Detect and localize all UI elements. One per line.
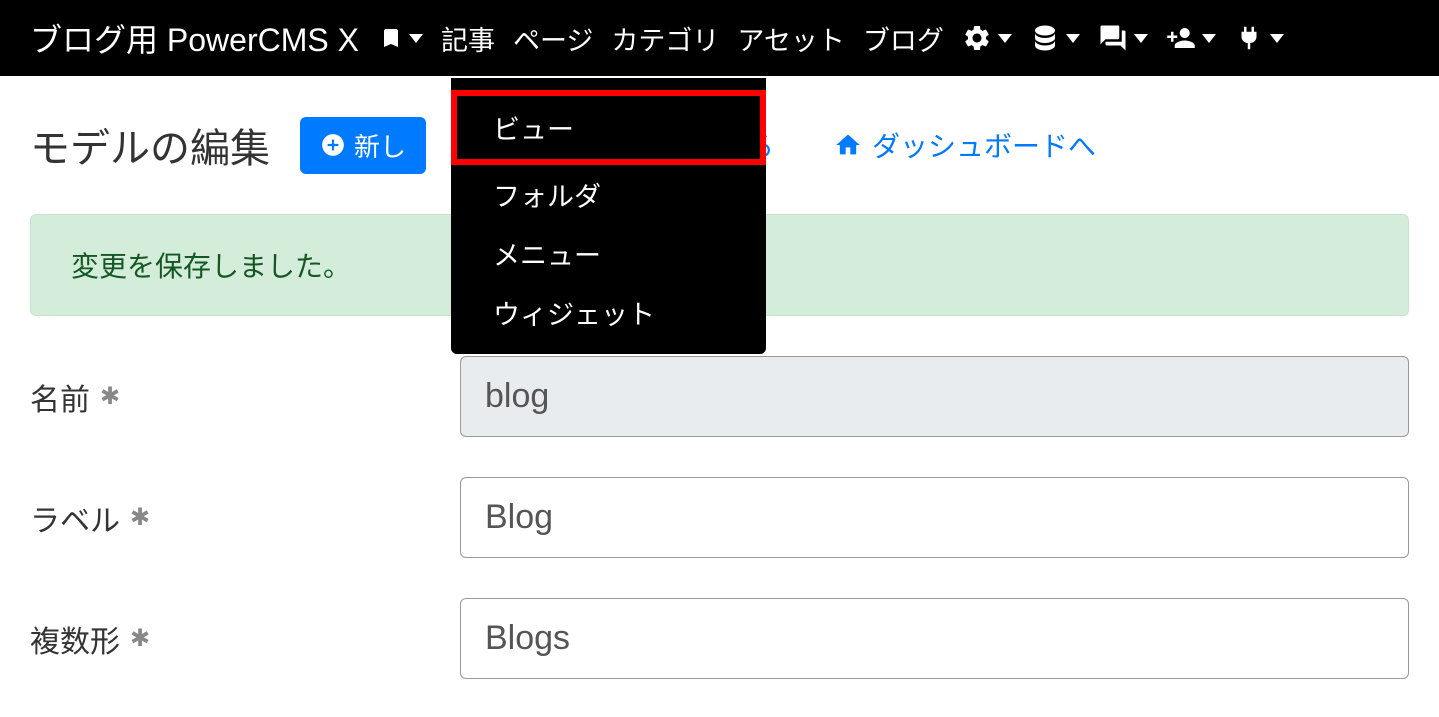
navbar-brand[interactable]: ブログ用 PowerCMS X	[30, 15, 359, 61]
nav-page[interactable]: ページ	[513, 19, 593, 58]
required-mark: ✱	[100, 382, 120, 411]
caret-down-icon	[409, 34, 423, 43]
nav-blog[interactable]: ブログ	[863, 19, 944, 58]
navbar: ブログ用 PowerCMS X 記事 ページ カテゴリ アセット ブログ	[0, 0, 1439, 76]
dropdown-menu: ビュー フォルダ メニュー ウィジェット	[451, 78, 766, 354]
caret-down-icon	[1202, 34, 1216, 43]
comments-icon	[1098, 23, 1128, 53]
plug-icon	[1234, 23, 1264, 53]
label-label: ラベル ✱	[30, 496, 460, 540]
navbar-items: 記事 ページ カテゴリ アセット ブログ	[379, 19, 1409, 58]
form-row-plural: 複数形 ✱	[30, 598, 1409, 679]
settings-dropdown[interactable]	[962, 23, 1012, 53]
page-title: モデルの編集	[30, 116, 270, 174]
nav-article[interactable]: 記事	[441, 19, 495, 58]
name-input[interactable]	[460, 356, 1409, 437]
user-plus-icon	[1166, 23, 1196, 53]
plugin-dropdown[interactable]	[1234, 23, 1284, 53]
bookmark-icon	[379, 26, 403, 50]
plural-label-text: 複数形	[30, 617, 120, 661]
plus-circle-icon	[320, 132, 346, 158]
caret-down-icon	[1066, 34, 1080, 43]
bookmark-dropdown[interactable]	[379, 26, 423, 50]
dropdown-item-view[interactable]: ビュー	[451, 90, 766, 165]
required-mark: ✱	[130, 624, 150, 653]
caret-down-icon	[1270, 34, 1284, 43]
database-dropdown[interactable]	[1030, 23, 1080, 53]
label-label-text: ラベル	[30, 496, 120, 540]
user-add-dropdown[interactable]	[1166, 23, 1216, 53]
home-icon	[834, 131, 862, 159]
caret-down-icon	[1134, 34, 1148, 43]
dashboard-link-label: ダッシュボードへ	[872, 125, 1096, 165]
dropdown-item-menu[interactable]: メニュー	[451, 224, 766, 283]
dropdown-item-widget[interactable]: ウィジェット	[451, 283, 766, 342]
database-icon	[1030, 23, 1060, 53]
form-row-label: ラベル ✱	[30, 477, 1409, 558]
plural-input[interactable]	[460, 598, 1409, 679]
required-mark: ✱	[130, 503, 150, 532]
caret-down-icon	[998, 34, 1012, 43]
gear-icon	[962, 23, 992, 53]
plural-label: 複数形 ✱	[30, 617, 460, 661]
new-button[interactable]: 新し	[300, 117, 426, 174]
dashboard-link[interactable]: ダッシュボードへ	[834, 125, 1096, 165]
new-button-label: 新し	[354, 127, 406, 164]
comments-dropdown[interactable]	[1098, 23, 1148, 53]
name-label: 名前 ✱	[30, 375, 460, 419]
alert-success-text: 変更を保存しました。	[71, 251, 351, 282]
label-input[interactable]	[460, 477, 1409, 558]
form-row-name: 名前 ✱	[30, 356, 1409, 437]
dropdown-item-folder[interactable]: フォルダ	[451, 165, 766, 224]
nav-category[interactable]: カテゴリ	[611, 19, 719, 58]
nav-asset[interactable]: アセット	[737, 19, 844, 58]
name-label-text: 名前	[30, 375, 90, 419]
